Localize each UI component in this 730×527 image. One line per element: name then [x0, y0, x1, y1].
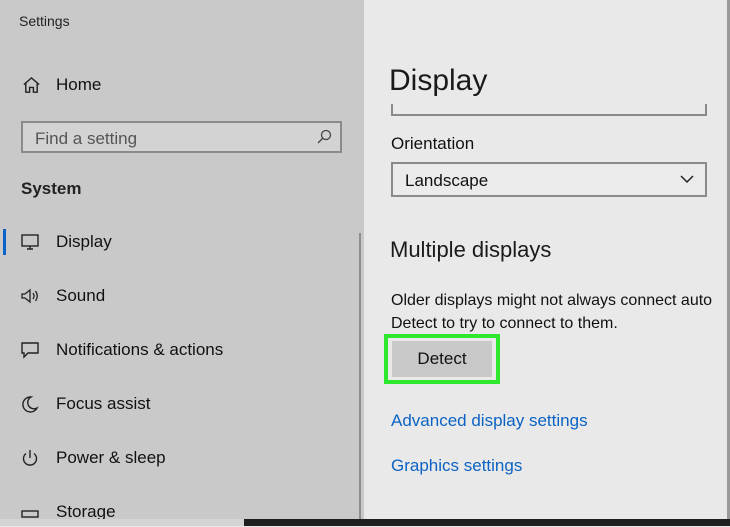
navigation-pane: Settings Home Find a setting System Disp… — [0, 0, 364, 526]
orientation-select[interactable]: Landscape — [391, 162, 707, 197]
taskbar-edge — [0, 519, 730, 526]
window-title: Settings — [19, 13, 70, 29]
scrollbar[interactable] — [359, 233, 361, 526]
moon-icon — [22, 396, 39, 413]
description-line-1: Older displays might not always connect … — [391, 292, 713, 309]
home-link[interactable]: Home — [22, 72, 101, 98]
sidebar-item-label: Display — [56, 232, 112, 251]
speaker-icon — [21, 288, 38, 304]
sidebar-item-label: Notifications & actions — [56, 340, 224, 359]
home-label: Home — [56, 75, 102, 94]
search-input[interactable]: Find a setting — [21, 121, 342, 153]
orientation-label: Orientation — [391, 134, 475, 153]
sidebar-item-label: Sound — [56, 286, 106, 305]
search-placeholder: Find a setting — [35, 129, 138, 148]
monitor-icon — [21, 234, 39, 250]
advanced-display-settings-link[interactable]: Advanced display settings — [391, 411, 588, 431]
multiple-displays-description: Older displays might not always connect … — [391, 289, 730, 335]
active-indicator — [3, 229, 6, 255]
power-icon — [22, 450, 38, 466]
orientation-value: Landscape — [405, 171, 489, 190]
description-line-2: Detect to try to connect to them. — [391, 315, 618, 332]
message-icon — [21, 342, 39, 359]
page-title: Display — [389, 64, 488, 97]
home-icon — [23, 76, 40, 93]
section-heading-system: System — [21, 179, 82, 198]
search-icon — [317, 129, 332, 144]
scrolled-control-edge — [391, 104, 707, 116]
detect-button[interactable]: Detect — [392, 341, 492, 377]
graphics-settings-link[interactable]: Graphics settings — [391, 456, 522, 476]
multiple-displays-heading: Multiple displays — [390, 237, 552, 262]
chevron-down-icon — [680, 175, 694, 184]
sidebar-item-label: Power & sleep — [56, 448, 166, 467]
sidebar-item-label: Focus assist — [56, 394, 151, 413]
